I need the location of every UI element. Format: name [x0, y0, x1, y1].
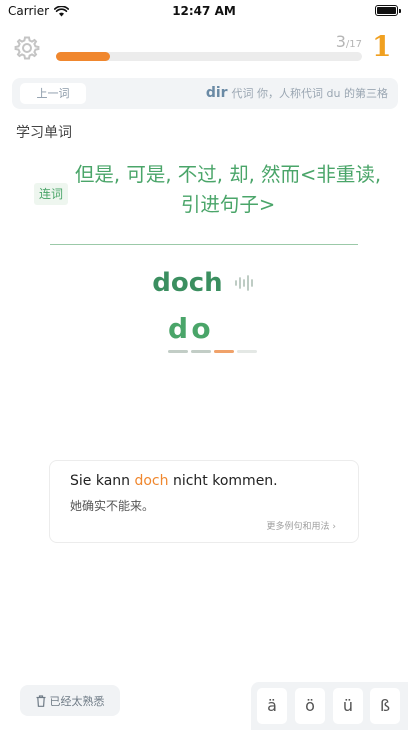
section-title: 学习单词	[16, 125, 72, 141]
progress-bar	[56, 52, 362, 61]
already-known-label: 已经太熟悉	[49, 694, 105, 708]
already-known-button[interactable]: 已经太熟悉	[20, 685, 120, 716]
previous-word-info: dir 代词 你，人称代词 du 的第三格	[206, 78, 388, 109]
letter-slot: d	[168, 312, 188, 353]
typed-letter	[237, 312, 257, 346]
example-after: nicht kommen.	[168, 473, 278, 489]
progress-count: 3/17	[336, 32, 362, 51]
more-examples-link[interactable]: 更多例句和用法 ›	[267, 519, 336, 532]
battery-icon	[375, 5, 401, 16]
word-meaning: 但是, 可是, 不过, 却, 然而<非重读, 引进句子>	[74, 163, 382, 216]
previous-word-definition: 代词 你，人称代词 du 的第三格	[231, 87, 388, 100]
letter-slot	[237, 312, 257, 353]
key-o-umlaut[interactable]: ö	[295, 688, 325, 724]
example-before: Sie kann	[70, 473, 135, 489]
spelling-input[interactable]: d o	[168, 312, 257, 353]
example-translation: 她确实不能来。	[70, 499, 155, 513]
slot-underline	[237, 350, 257, 353]
progress-total: /17	[345, 39, 362, 50]
slot-underline-active	[214, 350, 234, 353]
letter-slot: o	[191, 312, 211, 353]
part-of-speech-badge: 连词	[34, 183, 68, 205]
progress-fill	[56, 52, 110, 61]
status-bar: Carrier 12:47 AM	[0, 0, 408, 22]
streak-count: 1	[372, 30, 392, 63]
typed-letter: d	[168, 312, 189, 345]
previous-word: dir	[205, 85, 228, 101]
previous-word-button[interactable]: 上一词	[20, 83, 86, 104]
divider	[50, 244, 358, 245]
key-u-umlaut[interactable]: ü	[333, 688, 363, 724]
settings-gear-icon[interactable]	[14, 35, 40, 61]
key-a-umlaut[interactable]: ä	[257, 688, 287, 724]
target-word: doch	[152, 268, 223, 298]
sound-wave-icon[interactable]	[234, 275, 256, 291]
status-time: 12:47 AM	[172, 4, 236, 18]
typed-letter: o	[191, 312, 211, 345]
slot-underline	[168, 350, 188, 353]
slot-underline	[191, 350, 211, 353]
trash-icon	[36, 694, 45, 707]
example-highlight: doch	[134, 473, 169, 489]
example-card[interactable]: Sie kann doch nicht kommen. 她确实不能来。 更多例句…	[49, 460, 359, 543]
previous-word-bar: 上一词 dir 代词 你，人称代词 du 的第三格	[12, 78, 398, 109]
typed-letter	[214, 312, 234, 346]
key-eszett[interactable]: ß	[370, 688, 400, 724]
word-row: doch	[0, 268, 408, 298]
special-character-bar: ä ö ü ß	[251, 682, 408, 730]
example-sentence: Sie kann doch nicht kommen.	[70, 473, 278, 489]
letter-slot	[214, 312, 234, 353]
progress-current: 3	[335, 32, 346, 51]
